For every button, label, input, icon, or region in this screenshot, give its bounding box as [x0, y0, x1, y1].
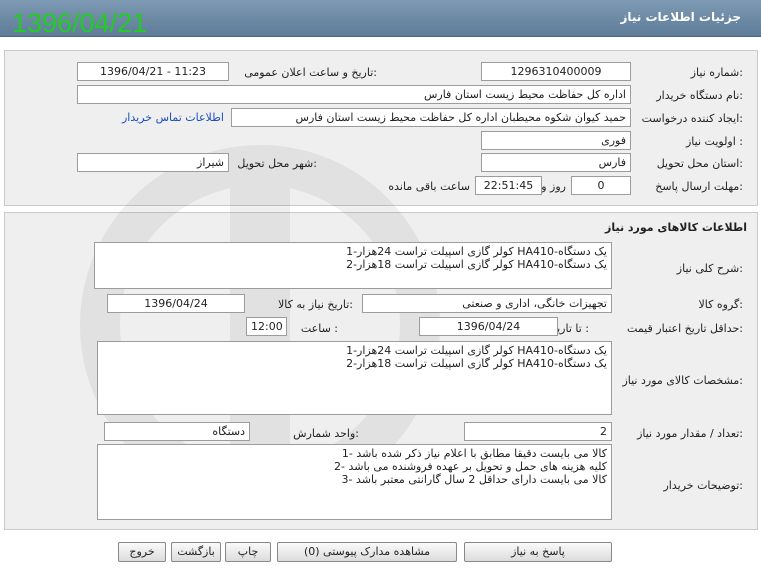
days-word: روز و: [541, 180, 566, 193]
until-date-field: 1396/04/24: [419, 317, 558, 336]
exit-button[interactable]: خروج: [118, 542, 166, 562]
general-desc-line: 1-کولر گازی اسپیلت تراست 24هزار HA410-یک…: [346, 245, 607, 258]
province-field: فارس: [481, 153, 631, 172]
need-number-field: 1296310400009: [481, 62, 631, 81]
general-desc-field: 1-کولر گازی اسپیلت تراست 24هزار HA410-یک…: [94, 242, 612, 289]
goods-group-field: تجهیزات خانگی، اداری و صنعتی: [362, 294, 612, 313]
attachments-button[interactable]: مشاهده مدارک پیوستی (0): [277, 542, 457, 562]
unit-label: واحد شمارش:: [293, 427, 359, 440]
priority-label: اولویت نیاز :: [685, 135, 743, 148]
deadline-label: مهلت ارسال پاسخ:: [655, 180, 743, 193]
specs-line: 1-کولر گازی اسپیلت تراست 24هزار HA410-یک…: [346, 344, 607, 357]
quantity-label: تعداد / مقدار مورد نیاز:: [637, 427, 743, 440]
buyer-notes-field: 1- کالا می بایست دقیقا مطابق با اعلام نی…: [97, 444, 612, 520]
time-field: 12:00: [246, 317, 287, 336]
creator-label: ایجاد کننده درخواست:: [641, 112, 743, 125]
specs-label: مشخصات کالای مورد نیاز:: [622, 374, 743, 387]
buyer-notes-label: توضیحات خریدار:: [663, 479, 744, 492]
need-number-label: شماره نیاز:: [690, 66, 743, 79]
creator-field: حمید کیوان شکوه محیطبان اداره کل حفاظت م…: [231, 108, 631, 127]
city-field: شیراز: [77, 153, 229, 172]
deadline-days-field: 0: [571, 176, 631, 195]
contact-buyer-link[interactable]: اطلاعات تماس خریدار: [122, 111, 224, 124]
priority-field: فوری: [481, 131, 631, 150]
validity-label: حداقل تاریخ اعتبار قیمت:: [627, 322, 743, 335]
announce-field: 1396/04/21 - 11:23: [77, 62, 229, 81]
deadline-time-field: 22:51:45: [475, 176, 542, 195]
buyer-org-field: اداره کل حفاظت محیط زیست استان فارس: [77, 85, 631, 104]
buyer-notes-line: 2- کلیه هزینه های حمل و تحویل بر عهده فر…: [334, 460, 607, 473]
specs-line: 2-کولر گازی اسپیلت تراست 18هزار HA410-یک…: [346, 357, 607, 370]
date-overlay: 1396/04/21: [12, 8, 148, 38]
need-date-field: 1396/04/24: [107, 294, 245, 313]
print-button[interactable]: چاپ: [225, 542, 271, 562]
buyer-org-label: نام دستگاه خریدار:: [656, 89, 743, 102]
buyer-notes-line: 1- کالا می بایست دقیقا مطابق با اعلام نی…: [341, 447, 607, 460]
remaining-word: ساعت باقی مانده: [388, 180, 470, 193]
goods-group-label: گروه کالا:: [698, 298, 743, 311]
province-label: استان محل تحویل:: [656, 157, 743, 170]
quantity-field: 2: [464, 422, 612, 441]
specs-field: 1-کولر گازی اسپیلت تراست 24هزار HA410-یک…: [97, 341, 612, 415]
reply-button[interactable]: پاسخ به نیاز: [464, 542, 612, 562]
announce-label: تاریخ و ساعت اعلان عمومی:: [244, 66, 377, 79]
need-date-label: تاریخ نیاز به کالا:: [278, 298, 353, 311]
city-label: شهر محل تحویل:: [237, 157, 317, 170]
general-desc-line: 2-کولر گازی اسپیلت تراست 18هزار HA410-یک…: [346, 258, 607, 271]
page-title: جزئیات اطلاعات نیاز: [620, 10, 741, 24]
general-desc-label: شرح کلی نیاز:: [676, 262, 743, 275]
time-label: ساعت :: [300, 322, 338, 335]
goods-section-title: اطلاعات کالاهای مورد نیاز: [605, 221, 747, 234]
unit-field: دستگاه: [104, 422, 250, 441]
back-button[interactable]: بازگشت: [171, 542, 221, 562]
buyer-notes-line: 3- کالا می بایست دارای حداقل 2 سال گاران…: [341, 473, 608, 486]
